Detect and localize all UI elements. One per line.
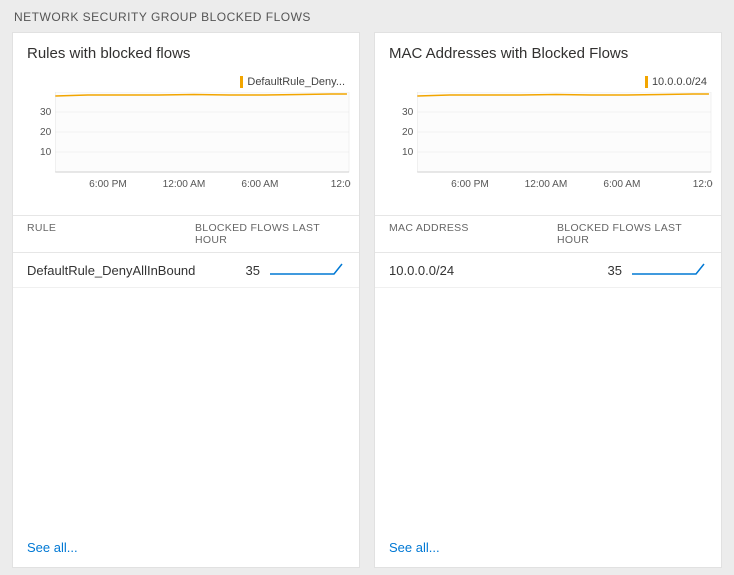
panel-rules-title: Rules with blocked flows <box>13 33 359 68</box>
legend-swatch-icon <box>645 76 648 88</box>
rules-sparkline <box>270 261 345 279</box>
svg-text:6:00 AM: 6:00 AM <box>603 179 640 190</box>
panel-macs-title: MAC Addresses with Blocked Flows <box>375 33 721 68</box>
macs-chart: 10 20 30 6:00 PM 12:00 AM 6:00 AM 12:00 … <box>389 92 713 207</box>
svg-text:12:00 AM: 12:00 AM <box>163 179 206 190</box>
svg-text:6:00 PM: 6:00 PM <box>89 179 127 190</box>
svg-text:10: 10 <box>402 147 414 158</box>
rules-chart-legend: DefaultRule_Deny... <box>27 68 351 92</box>
svg-text:12:00 AM: 12:00 AM <box>525 179 568 190</box>
rules-row-name: DefaultRule_DenyAllInBound <box>27 263 240 278</box>
table-row[interactable]: DefaultRule_DenyAllInBound 35 <box>13 253 359 288</box>
svg-text:6:00 AM: 6:00 AM <box>241 179 278 190</box>
svg-text:20: 20 <box>402 127 414 138</box>
legend-swatch-icon <box>240 76 243 88</box>
svg-text:20: 20 <box>40 127 52 138</box>
macs-row-value: 35 <box>602 263 632 278</box>
macs-legend-label: 10.0.0.0/24 <box>652 76 707 88</box>
rules-chart: 10 20 30 6:00 PM 12:00 AM 6:00 AM 12:00 … <box>27 92 351 207</box>
svg-text:12:00 P: 12:00 P <box>331 179 351 190</box>
macs-chart-legend: 10.0.0.0/24 <box>389 68 713 92</box>
see-all-link[interactable]: See all... <box>27 540 78 555</box>
see-all-link[interactable]: See all... <box>389 540 440 555</box>
dashboard-title: NETWORK SECURITY GROUP BLOCKED FLOWS <box>0 0 734 32</box>
svg-text:30: 30 <box>40 107 52 118</box>
table-row[interactable]: 10.0.0.0/24 35 <box>375 253 721 288</box>
rules-header-rule: RULE <box>27 222 195 246</box>
macs-header-mac: MAC ADDRESS <box>389 222 557 246</box>
svg-text:6:00 PM: 6:00 PM <box>451 179 489 190</box>
rules-header-flows: BLOCKED FLOWS LAST HOUR <box>195 222 345 246</box>
macs-row-name: 10.0.0.0/24 <box>389 263 602 278</box>
rules-legend-label: DefaultRule_Deny... <box>247 76 345 88</box>
macs-header-flows: BLOCKED FLOWS LAST HOUR <box>557 222 707 246</box>
svg-text:30: 30 <box>402 107 414 118</box>
panels-container: Rules with blocked flows DefaultRule_Den… <box>0 32 734 568</box>
panel-rules: Rules with blocked flows DefaultRule_Den… <box>12 32 360 568</box>
macs-sparkline <box>632 261 707 279</box>
rules-row-value: 35 <box>240 263 270 278</box>
svg-text:10: 10 <box>40 147 52 158</box>
svg-text:12:00 P: 12:00 P <box>693 179 713 190</box>
panel-macs: MAC Addresses with Blocked Flows 10.0.0.… <box>374 32 722 568</box>
